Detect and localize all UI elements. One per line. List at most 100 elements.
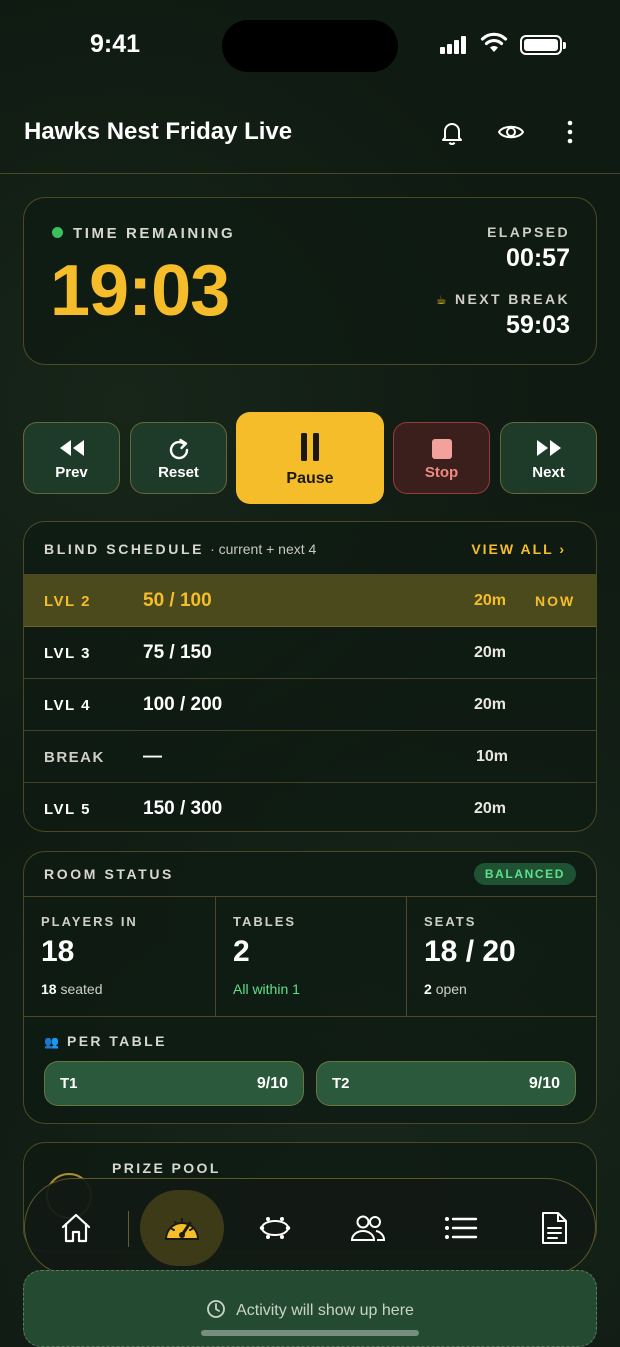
timer-card: TIME REMAINING 19:03 ELAPSED 00:57 ☕ NEXT…: [23, 197, 597, 365]
blind-amounts: —: [143, 746, 162, 767]
chevron-right-icon: ›: [559, 541, 566, 557]
view-all-link[interactable]: VIEW ALL ›: [471, 541, 566, 557]
prev-button[interactable]: Prev: [23, 422, 120, 494]
next-label: Next: [532, 464, 565, 481]
next-button[interactable]: Next: [500, 422, 597, 494]
live-status-dot: [52, 227, 63, 238]
tab-tables[interactable]: [248, 1201, 302, 1255]
players-stat: PLAYERS IN 18 18 seated: [24, 897, 215, 1017]
eye-icon[interactable]: [497, 118, 525, 146]
reset-button[interactable]: Reset: [130, 422, 227, 494]
blind-duration: 20m: [474, 592, 507, 609]
prize-pool-label: PRIZE POOL: [112, 1160, 221, 1176]
tables-value: 2: [233, 935, 250, 968]
rewind-icon: [59, 440, 84, 456]
blind-schedule-title-text: BLIND SCHEDULE: [44, 541, 205, 557]
time-remaining-value: 19:03: [50, 251, 230, 331]
blind-schedule-card: BLIND SCHEDULE · current + next 4 VIEW AL…: [23, 521, 597, 832]
blind-duration: 20m: [474, 644, 507, 661]
view-all-label: VIEW ALL: [471, 541, 554, 557]
blind-duration: 20m: [474, 800, 507, 817]
blind-level: LVL 4: [44, 697, 91, 714]
blind-row[interactable]: LVL 5 150 / 300 20m: [24, 783, 596, 831]
pause-icon: [301, 433, 319, 461]
table-count: 9/10: [528, 1075, 560, 1092]
blind-level: LVL 2: [44, 593, 91, 610]
app-header: Hawks Nest Friday Live: [0, 100, 620, 174]
stop-button[interactable]: Stop: [393, 422, 490, 494]
room-status-header: ROOM STATUS BALANCED: [24, 852, 596, 897]
per-table-label: 👥 PER TABLE: [44, 1033, 167, 1049]
coffee-cup-icon: ☕: [435, 293, 449, 307]
seats-sub: 2 open: [424, 981, 467, 997]
page-title: Hawks Nest Friday Live: [24, 118, 293, 145]
blind-row[interactable]: LVL 4 100 / 200 20m: [24, 679, 596, 731]
people-icon: 👥: [44, 1035, 59, 1049]
reset-label: Reset: [158, 464, 199, 481]
tab-home[interactable]: [49, 1201, 103, 1255]
pause-button[interactable]: Pause: [236, 412, 384, 504]
blind-amounts: 75 / 150: [143, 642, 212, 663]
table-icon: [259, 1217, 291, 1239]
tab-divider: [128, 1211, 129, 1247]
blind-amounts: 150 / 300: [143, 798, 223, 819]
list-icon: [445, 1217, 478, 1239]
tab-list[interactable]: [434, 1201, 488, 1255]
blind-row[interactable]: LVL 3 75 / 150 20m: [24, 627, 596, 679]
elapsed-value: 00:57: [506, 244, 570, 272]
table-name: T1: [60, 1075, 78, 1092]
blind-schedule-subtitle: · current + next 4: [210, 541, 317, 557]
next-break-label: ☕ NEXT BREAK: [436, 291, 570, 307]
players-label: PLAYERS IN: [41, 914, 138, 929]
activity-message: Activity will show up here: [236, 1302, 414, 1319]
seats-value: 18 / 20: [424, 935, 516, 968]
players-value: 18: [41, 935, 75, 968]
blind-row-break[interactable]: BREAK — 10m: [24, 731, 596, 783]
table-count: 9/10: [256, 1075, 288, 1092]
players-seated-text: seated: [60, 981, 103, 997]
activity-text: Activity will show up here: [24, 1299, 596, 1320]
tables-stat: TABLES 2 All within 1: [215, 897, 406, 1017]
home-icon: [61, 1213, 91, 1243]
pause-label: Pause: [286, 470, 334, 487]
bell-icon[interactable]: [438, 118, 466, 146]
players-sub: 18 seated: [41, 981, 103, 997]
tables-label: TABLES: [233, 914, 297, 929]
room-status-card: ROOM STATUS BALANCED PLAYERS IN 18 18 se…: [23, 851, 597, 1124]
per-table-text: PER TABLE: [66, 1033, 167, 1049]
blind-level: BREAK: [44, 749, 105, 766]
stop-icon: [431, 439, 452, 459]
blind-duration: 10m: [476, 748, 509, 765]
clock-icon: [207, 1300, 225, 1318]
tab-players[interactable]: [341, 1201, 395, 1255]
dashboard-icon: [164, 1218, 200, 1240]
status-bar: 9:41: [0, 0, 620, 92]
blind-schedule-title: BLIND SCHEDULE · current + next 4: [44, 541, 316, 557]
tab-dashboard[interactable]: [155, 1201, 209, 1255]
table-name: T2: [332, 1075, 350, 1092]
reset-icon: [169, 438, 188, 460]
status-time: 9:41: [90, 30, 141, 58]
blind-amounts: 50 / 100: [143, 590, 212, 611]
blind-amounts: 100 / 200: [143, 694, 223, 715]
elapsed-label: ELAPSED: [487, 224, 570, 240]
more-icon[interactable]: [556, 118, 584, 146]
table-pill-t2[interactable]: T2 9/10: [316, 1061, 576, 1106]
bottom-tab-bar: [24, 1178, 596, 1276]
wifi-icon: [480, 32, 508, 52]
seats-open-text: open: [435, 981, 467, 997]
players-seated-count: 18: [41, 981, 57, 997]
blind-schedule-header: BLIND SCHEDULE · current + next 4 VIEW AL…: [24, 522, 596, 575]
blind-row[interactable]: LVL 2 50 / 100 20m NOW: [24, 575, 596, 627]
home-indicator[interactable]: [201, 1330, 419, 1336]
battery-icon: [520, 35, 566, 55]
room-status-title: ROOM STATUS: [44, 866, 174, 882]
dynamic-island: [222, 20, 398, 72]
status-badge: BALANCED: [473, 863, 576, 885]
prev-label: Prev: [55, 464, 88, 481]
table-pill-t1[interactable]: T1 9/10: [44, 1061, 304, 1106]
now-badge: NOW: [535, 593, 576, 609]
seats-label: SEATS: [424, 914, 477, 929]
tab-documents[interactable]: [527, 1201, 581, 1255]
signal-icon: [440, 36, 468, 54]
